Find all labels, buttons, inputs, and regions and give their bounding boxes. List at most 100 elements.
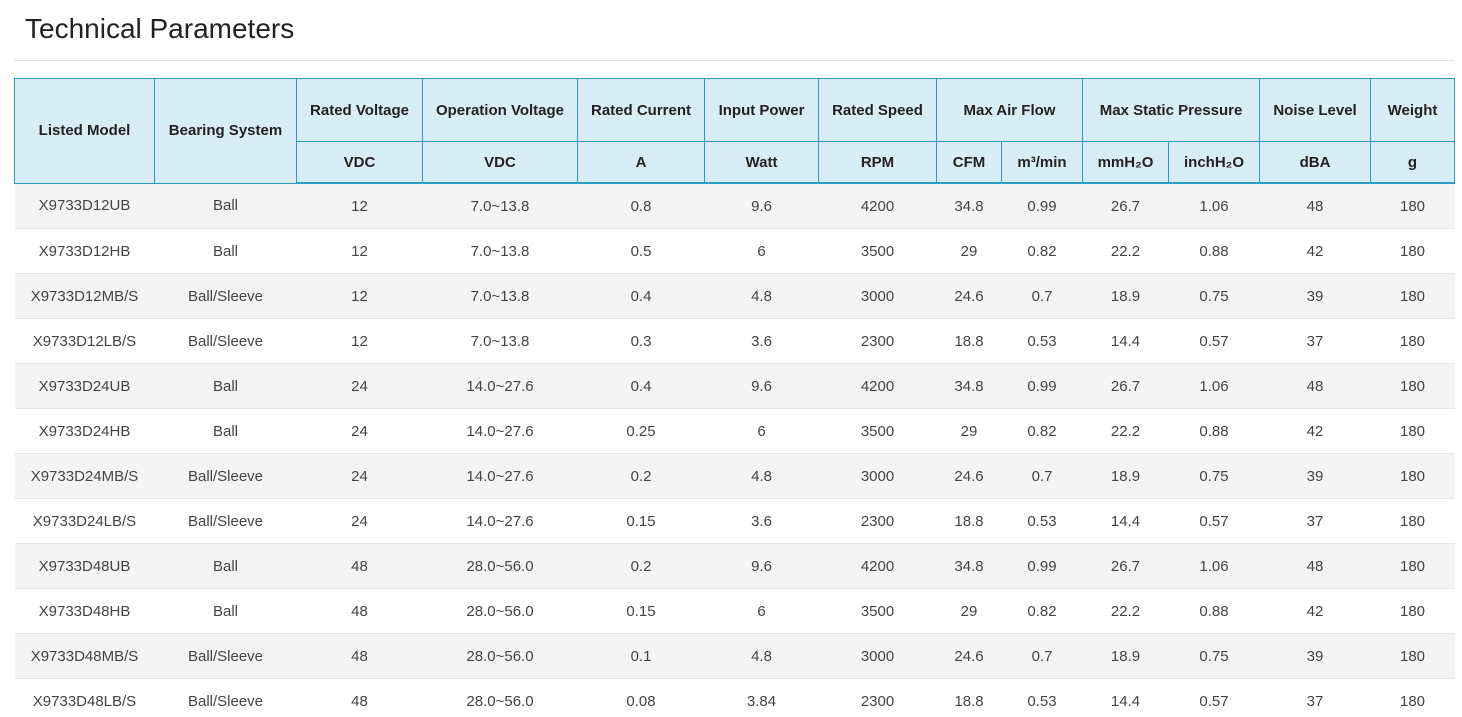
cell-bearing-system: Ball: [154, 363, 297, 409]
table-row: X9733D24MB/S Ball/Sleeve 24 14.0~27.6 0.2 4.8…: [14, 453, 1455, 499]
cell-input-power: 6: [704, 228, 819, 274]
cell-pressure-inchh2o: 0.57: [1168, 678, 1260, 717]
table-row: X9733D24UB Ball 24 14.0~27.6 0.4 9.6 4200 34.8 0…: [14, 363, 1455, 409]
cell-bearing-system: Ball: [154, 183, 297, 229]
cell-pressure-inchh2o: 1.06: [1168, 543, 1260, 589]
header-listed-model: Listed Model: [14, 78, 155, 184]
cell-bearing-system: Ball: [154, 588, 297, 634]
cell-noise-level: 39: [1259, 633, 1371, 679]
cell-air-flow-m3: 0.7: [1001, 633, 1083, 679]
unit-pressure-mmh2o: mmH₂O: [1082, 141, 1169, 184]
cell-rated-speed: 2300: [818, 678, 937, 717]
cell-pressure-inchh2o: 0.75: [1168, 633, 1260, 679]
unit-operation-voltage: VDC: [422, 141, 578, 184]
cell-rated-current: 0.4: [577, 363, 705, 409]
cell-pressure-mmh2o: 18.9: [1082, 633, 1169, 679]
cell-listed-model: X9733D12HB: [14, 228, 155, 274]
cell-air-flow-m3: 0.7: [1001, 273, 1083, 319]
cell-pressure-inchh2o: 0.88: [1168, 588, 1260, 634]
cell-rated-current: 0.5: [577, 228, 705, 274]
unit-air-flow-m3: m³/min: [1001, 141, 1083, 184]
cell-pressure-mmh2o: 14.4: [1082, 318, 1169, 364]
cell-rated-speed: 3500: [818, 588, 937, 634]
cell-input-power: 6: [704, 588, 819, 634]
cell-weight: 180: [1370, 228, 1455, 274]
unit-rated-speed: RPM: [818, 141, 937, 184]
cell-operation-voltage: 14.0~27.6: [422, 363, 578, 409]
cell-noise-level: 48: [1259, 363, 1371, 409]
cell-pressure-inchh2o: 0.88: [1168, 408, 1260, 454]
cell-operation-voltage: 7.0~13.8: [422, 318, 578, 364]
cell-weight: 180: [1370, 633, 1455, 679]
cell-listed-model: X9733D24LB/S: [14, 498, 155, 544]
cell-noise-level: 42: [1259, 588, 1371, 634]
unit-noise-level: dBA: [1259, 141, 1372, 184]
cell-air-flow-m3: 0.99: [1001, 363, 1083, 409]
cell-weight: 180: [1370, 498, 1455, 544]
cell-bearing-system: Ball/Sleeve: [154, 273, 297, 319]
cell-rated-voltage: 24: [296, 363, 423, 409]
table-row: X9733D48UB Ball 48 28.0~56.0 0.2 9.6 4200 34.8 0…: [14, 543, 1455, 589]
cell-noise-level: 42: [1259, 408, 1371, 454]
cell-weight: 180: [1370, 588, 1455, 634]
cell-noise-level: 37: [1259, 318, 1371, 364]
technical-parameters-table: Listed Model Bearing System Rated Voltag…: [14, 78, 1456, 717]
cell-input-power: 9.6: [704, 543, 819, 589]
cell-pressure-mmh2o: 18.9: [1082, 453, 1169, 499]
cell-bearing-system: Ball/Sleeve: [154, 453, 297, 499]
cell-noise-level: 42: [1259, 228, 1371, 274]
cell-operation-voltage: 14.0~27.6: [422, 453, 578, 499]
cell-operation-voltage: 14.0~27.6: [422, 498, 578, 544]
cell-operation-voltage: 28.0~56.0: [422, 588, 578, 634]
table-row: X9733D12UB Ball 12 7.0~13.8 0.8 9.6 4200 34.8 0.…: [14, 183, 1455, 229]
cell-listed-model: X9733D48LB/S: [14, 678, 155, 717]
cell-rated-current: 0.3: [577, 318, 705, 364]
header-rated-voltage: Rated Voltage: [296, 78, 423, 142]
cell-air-flow-cfm: 34.8: [936, 183, 1002, 229]
table-row: X9733D24LB/S Ball/Sleeve 24 14.0~27.6 0.15 3.…: [14, 498, 1455, 544]
cell-bearing-system: Ball: [154, 543, 297, 589]
unit-weight: g: [1370, 141, 1456, 184]
cell-rated-speed: 2300: [818, 318, 937, 364]
cell-rated-voltage: 12: [296, 183, 423, 229]
cell-noise-level: 48: [1259, 543, 1371, 589]
cell-noise-level: 48: [1259, 183, 1371, 229]
cell-weight: 180: [1370, 273, 1455, 319]
title-divider: [14, 60, 1454, 61]
cell-weight: 180: [1370, 678, 1455, 717]
header-bearing-system: Bearing System: [154, 78, 297, 184]
cell-rated-current: 0.2: [577, 453, 705, 499]
cell-rated-current: 0.2: [577, 543, 705, 589]
cell-air-flow-m3: 0.82: [1001, 228, 1083, 274]
table-header: Listed Model Bearing System Rated Voltag…: [14, 78, 1456, 184]
cell-bearing-system: Ball: [154, 228, 297, 274]
table-row: X9733D48MB/S Ball/Sleeve 48 28.0~56.0 0.1 4.8…: [14, 633, 1455, 679]
cell-rated-speed: 4200: [818, 363, 937, 409]
cell-rated-voltage: 48: [296, 633, 423, 679]
cell-listed-model: X9733D24MB/S: [14, 453, 155, 499]
cell-rated-speed: 3000: [818, 453, 937, 499]
cell-air-flow-m3: 0.53: [1001, 318, 1083, 364]
cell-input-power: 3.6: [704, 498, 819, 544]
cell-bearing-system: Ball/Sleeve: [154, 633, 297, 679]
cell-listed-model: X9733D48MB/S: [14, 633, 155, 679]
cell-pressure-mmh2o: 22.2: [1082, 228, 1169, 274]
cell-pressure-mmh2o: 14.4: [1082, 678, 1169, 717]
cell-bearing-system: Ball: [154, 408, 297, 454]
cell-pressure-inchh2o: 0.88: [1168, 228, 1260, 274]
cell-pressure-inchh2o: 0.75: [1168, 453, 1260, 499]
cell-air-flow-m3: 0.82: [1001, 408, 1083, 454]
cell-rated-voltage: 48: [296, 543, 423, 589]
cell-input-power: 3.84: [704, 678, 819, 717]
cell-listed-model: X9733D12LB/S: [14, 318, 155, 364]
cell-weight: 180: [1370, 453, 1455, 499]
table-row: X9733D12HB Ball 12 7.0~13.8 0.5 6 3500 29 0.82 22…: [14, 228, 1455, 274]
header-rated-current: Rated Current: [577, 78, 705, 142]
cell-operation-voltage: 14.0~27.6: [422, 408, 578, 454]
page-title: Technical Parameters: [25, 13, 295, 44]
cell-air-flow-cfm: 18.8: [936, 318, 1002, 364]
cell-bearing-system: Ball/Sleeve: [154, 498, 297, 544]
unit-input-power: Watt: [704, 141, 819, 184]
header-weight: Weight: [1370, 78, 1456, 142]
cell-noise-level: 39: [1259, 273, 1371, 319]
